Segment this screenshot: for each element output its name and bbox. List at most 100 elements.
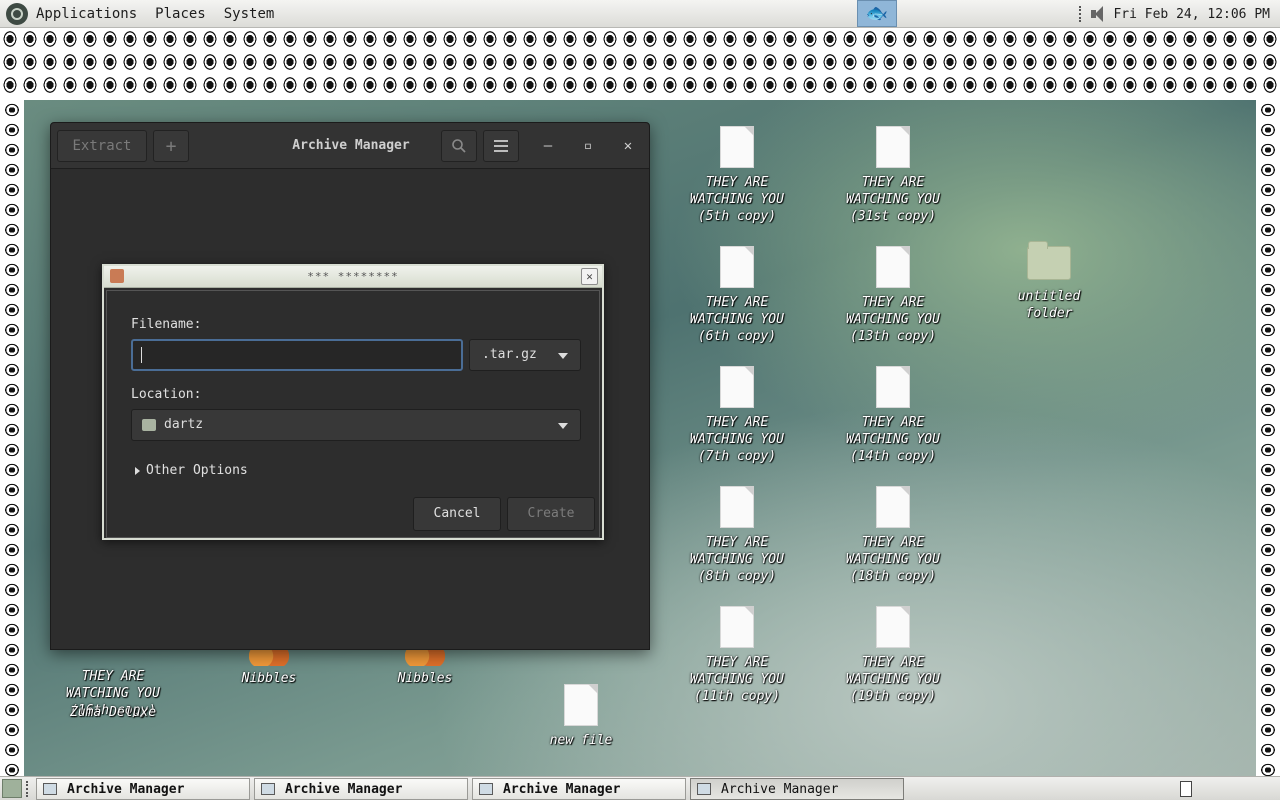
- taskbar-item-label: Archive Manager: [285, 781, 403, 797]
- show-desktop-icon[interactable]: [2, 779, 22, 798]
- taskbar-item-label: Archive Manager: [721, 781, 839, 797]
- minimize-button[interactable]: –: [537, 135, 559, 157]
- close-button[interactable]: ✕: [617, 135, 639, 157]
- desktop-icon-label: Nibbles: [241, 671, 297, 686]
- extract-button[interactable]: Extract: [57, 130, 147, 162]
- extension-value: .tar.gz: [482, 347, 537, 362]
- taskbar-item[interactable]: Archive Manager: [254, 778, 468, 800]
- extension-dropdown[interactable]: .tar.gz: [469, 339, 581, 371]
- workspace-switcher[interactable]: [1180, 781, 1192, 797]
- desktop-icon[interactable]: THEY ARE WATCHING YOU (8th copy): [682, 486, 792, 585]
- search-icon: [452, 139, 466, 153]
- header-bar[interactable]: Extract + Archive Manager – ▫ ✕: [51, 123, 649, 169]
- desktop-icon-label: THEY ARE WATCHING YOU (14th copy): [846, 415, 940, 464]
- bottom-taskbar: Archive Manager Archive Manager Archive …: [0, 776, 1280, 800]
- desktop-icon[interactable]: THEY ARE WATCHING YOU (13th copy): [838, 246, 948, 345]
- desktop-icon[interactable]: THEY ARE WATCHING YOU (5th copy): [682, 126, 792, 225]
- desktop-icon[interactable]: THEY ARE WATCHING YOU (14th copy): [838, 366, 948, 465]
- maximize-button[interactable]: ▫: [577, 135, 599, 157]
- taskbar-item-label: Archive Manager: [503, 781, 621, 797]
- cancel-button[interactable]: Cancel: [413, 497, 501, 531]
- desktop-icon-label: THEY ARE WATCHING YOU (31st copy): [846, 175, 940, 224]
- desktop-icon[interactable]: untitled folder: [994, 241, 1104, 322]
- desktop-icon-label: THEY ARE WATCHING YOU (13th copy): [846, 295, 940, 344]
- dialog-titlebar[interactable]: *** ******** ✕: [104, 266, 602, 288]
- dialog-close-button[interactable]: ✕: [581, 268, 598, 285]
- location-value: dartz: [164, 417, 204, 432]
- menu-system[interactable]: System: [224, 6, 275, 22]
- file-icon: [720, 486, 754, 528]
- window-icon: [697, 783, 711, 795]
- other-options-expander[interactable]: Other Options: [135, 463, 248, 478]
- taskbar-item[interactable]: Archive Manager: [36, 778, 250, 800]
- volume-icon[interactable]: [1089, 5, 1107, 23]
- chevron-down-icon: [558, 423, 568, 429]
- desktop-icon-label: THEY ARE WATCHING YOU (8th copy): [690, 535, 784, 584]
- location-label: Location:: [131, 387, 202, 402]
- location-dropdown[interactable]: dartz: [131, 409, 581, 441]
- window-icon: [43, 783, 57, 795]
- desktop-icon[interactable]: THEY ARE WATCHING YOU (6th copy): [682, 246, 792, 345]
- hamburger-icon: [494, 140, 508, 152]
- filename-input[interactable]: [131, 339, 463, 371]
- desktop-icon-label: THEY ARE WATCHING YOU (18th copy): [846, 535, 940, 584]
- file-icon: [876, 126, 910, 168]
- file-icon: [876, 246, 910, 288]
- desktop-icon-label: THEY ARE WATCHING YOU (7th copy): [690, 415, 784, 464]
- file-icon: [564, 684, 598, 726]
- search-button[interactable]: [441, 130, 477, 162]
- menu-applications[interactable]: Applications: [36, 6, 137, 22]
- text-caret: [141, 347, 142, 363]
- chevron-right-icon: [135, 466, 140, 475]
- desktop-icon[interactable]: THEY ARE WATCHING YOU (11th copy): [682, 606, 792, 705]
- eyes-applet-left-border: [0, 100, 24, 776]
- desktop-icon[interactable]: Nibbles: [370, 646, 480, 687]
- desktop-icon-label: Zuma Deluxe: [69, 705, 157, 720]
- create-button[interactable]: Create: [507, 497, 595, 531]
- desktop-icon[interactable]: Nibbles: [214, 646, 324, 687]
- eyes-applet-right-border: [1256, 100, 1280, 776]
- file-icon: [876, 366, 910, 408]
- window-title: Archive Manager: [292, 138, 410, 153]
- desktop-icon-label: THEY ARE WATCHING YOU (11th copy): [690, 655, 784, 704]
- desktop-icon[interactable]: Zuma Deluxe: [58, 704, 168, 721]
- chevron-down-icon: [558, 353, 568, 359]
- desktop-icon[interactable]: THEY ARE WATCHING YOU (18th copy): [838, 486, 948, 585]
- add-files-button[interactable]: +: [153, 130, 189, 162]
- file-icon: [720, 366, 754, 408]
- desktop-icon-label: untitled folder: [1017, 289, 1081, 321]
- dialog-title: *** ********: [307, 270, 399, 283]
- file-icon: [720, 246, 754, 288]
- desktop-icon-label: THEY ARE WATCHING YOU (19th copy): [846, 655, 940, 704]
- desktop-icon[interactable]: THEY ARE WATCHING YOU (7th copy): [682, 366, 792, 465]
- distro-logo-icon[interactable]: [6, 2, 28, 25]
- taskbar-item-label: Archive Manager: [67, 781, 185, 797]
- panel-grip-icon: [1079, 6, 1083, 22]
- desktop-icon-label: Nibbles: [397, 671, 453, 686]
- desktop-icon[interactable]: THEY ARE WATCHING YOU (31st copy): [838, 126, 948, 225]
- other-options-label: Other Options: [146, 463, 248, 478]
- clock[interactable]: Fri Feb 24, 12:06 PM: [1113, 7, 1270, 22]
- taskbar-item[interactable]: Archive Manager: [690, 778, 904, 800]
- desktop-icon-label: THEY ARE WATCHING YOU (5th copy): [690, 175, 784, 224]
- system-tray: Fri Feb 24, 12:06 PM: [1079, 0, 1270, 28]
- menu-places[interactable]: Places: [155, 6, 206, 22]
- filename-label: Filename:: [131, 317, 202, 332]
- folder-icon: [1027, 241, 1071, 280]
- dialog-body: Filename: .tar.gz Location: dartz Other …: [106, 290, 600, 538]
- desktop-icon[interactable]: THEY ARE WATCHING YOU (19th copy): [838, 606, 948, 705]
- panel-grip-icon: [26, 781, 30, 797]
- file-icon: [720, 126, 754, 168]
- desktop-icon-label: new file: [549, 733, 613, 748]
- desktop-icon-label: THEY ARE WATCHING YOU (6th copy): [690, 295, 784, 344]
- file-icon: [876, 606, 910, 648]
- file-icon: [720, 606, 754, 648]
- menu-button[interactable]: [483, 130, 519, 162]
- file-icon: [876, 486, 910, 528]
- window-icon: [261, 783, 275, 795]
- taskbar-item[interactable]: Archive Manager: [472, 778, 686, 800]
- fish-applet-icon[interactable]: 🐟: [857, 0, 897, 27]
- new-archive-dialog: *** ******** ✕ Filename: .tar.gz Locatio…: [102, 264, 604, 540]
- desktop-icon[interactable]: new file: [526, 684, 636, 749]
- home-folder-icon: [142, 419, 156, 431]
